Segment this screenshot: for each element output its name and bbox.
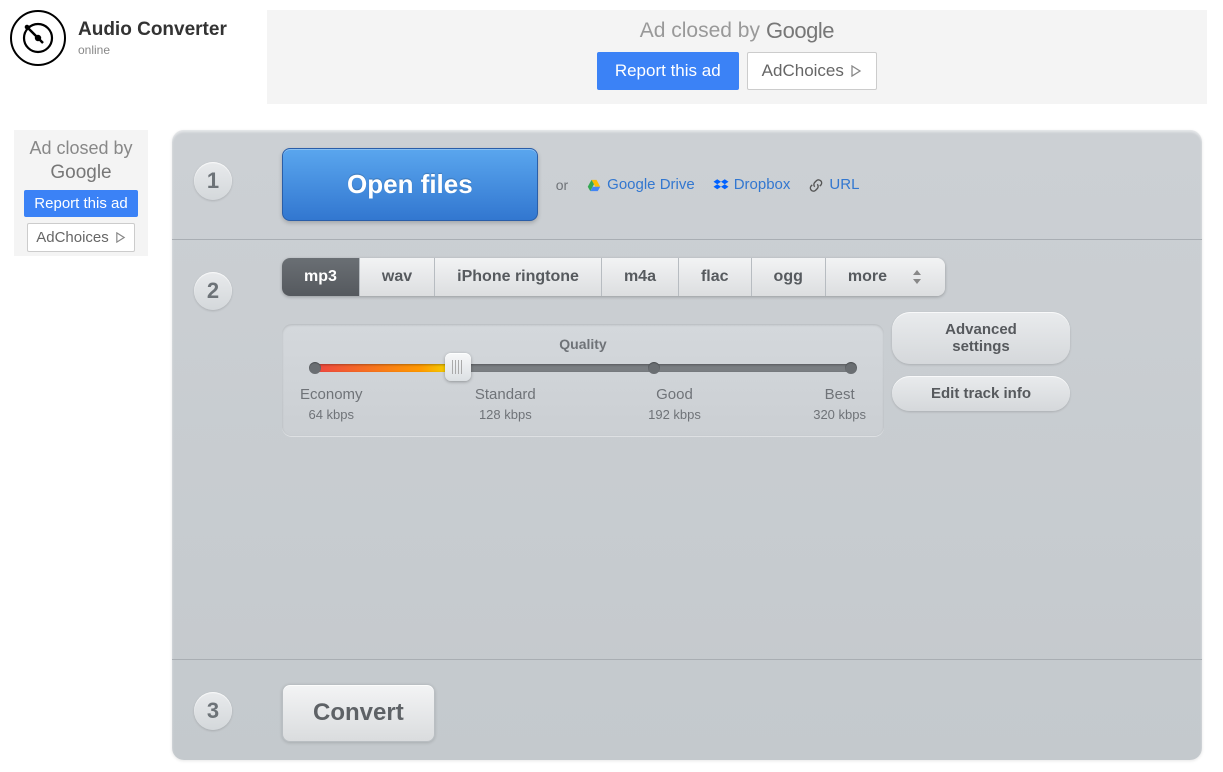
format-tab-wav[interactable]: wav (360, 258, 435, 296)
quality-title: Quality (304, 336, 862, 352)
advanced-settings-button[interactable]: Advanced settings (892, 312, 1070, 364)
google-logo-text: Google (766, 18, 834, 44)
ad-left-closed-text: Ad closed by (29, 138, 132, 160)
adchoices-button[interactable]: AdChoices (747, 52, 877, 90)
edit-track-info-button[interactable]: Edit track info (892, 376, 1070, 411)
ad-banner-left: Ad closed by Google Report this ad AdCho… (14, 130, 148, 256)
slider-stop-good (648, 362, 660, 374)
link-icon (808, 176, 824, 193)
adchoices-icon-left (115, 232, 126, 243)
quality-label: Economy (300, 386, 363, 403)
source-url[interactable]: URL (808, 176, 859, 193)
step-3: 3 Convert (172, 660, 1202, 760)
report-ad-button-left[interactable]: Report this ad (24, 190, 137, 217)
adchoices-icon (850, 65, 862, 77)
quality-rate: 128 kbps (475, 407, 536, 422)
format-tab-flac[interactable]: flac (679, 258, 752, 296)
quality-label: Good (648, 386, 701, 403)
app-subtitle: online (78, 43, 227, 57)
dropbox-label: Dropbox (734, 176, 791, 193)
url-label: URL (829, 176, 859, 193)
quality-rate: 192 kbps (648, 407, 701, 422)
adchoices-label: AdChoices (762, 61, 844, 81)
quality-rate: 64 kbps (300, 407, 363, 422)
open-files-button[interactable]: Open files (282, 148, 538, 221)
main-panel: 1 Open files or Google Drive Dropbox URL (172, 130, 1202, 760)
quality-level-standard: Standard 128 kbps (475, 386, 536, 422)
quality-rate: 320 kbps (813, 407, 866, 422)
app-logo-icon (10, 10, 66, 66)
app-title: Audio Converter (78, 19, 227, 41)
slider-thumb[interactable] (445, 353, 471, 381)
quality-slider[interactable] (312, 364, 854, 372)
slider-stop-best (845, 362, 857, 374)
slider-stop-economy (309, 362, 321, 374)
quality-level-economy: Economy 64 kbps (300, 386, 363, 422)
step-1: 1 Open files or Google Drive Dropbox URL (172, 130, 1202, 240)
step-2-number: 2 (194, 272, 232, 310)
adchoices-label-left: AdChoices (36, 229, 109, 246)
format-tab-ogg[interactable]: ogg (752, 258, 826, 296)
quality-panel: Quality Economy 64 kbps Standard (282, 324, 884, 436)
source-google-drive[interactable]: Google Drive (586, 176, 695, 193)
ad-closed-text: Ad closed by (640, 19, 760, 43)
report-ad-button[interactable]: Report this ad (597, 52, 739, 90)
quality-level-best: Best 320 kbps (813, 386, 866, 422)
format-tab-m4a[interactable]: m4a (602, 258, 679, 296)
updown-icon (911, 270, 923, 284)
app-logo-block: Audio Converter online (10, 10, 227, 66)
convert-button[interactable]: Convert (282, 684, 435, 742)
google-logo-text-left: Google (50, 162, 111, 184)
format-tab-more-label: more (848, 268, 887, 286)
quality-label: Best (813, 386, 866, 403)
google-drive-label: Google Drive (607, 176, 695, 193)
dropbox-icon (713, 176, 729, 193)
google-drive-icon (586, 176, 602, 193)
format-tabs: mp3 wav iPhone ringtone m4a flac ogg mor… (282, 258, 945, 296)
format-tab-more[interactable]: more (826, 258, 945, 296)
step-3-number: 3 (194, 692, 232, 730)
adchoices-button-left[interactable]: AdChoices (27, 223, 135, 252)
quality-label: Standard (475, 386, 536, 403)
quality-level-good: Good 192 kbps (648, 386, 701, 422)
step-2: 2 mp3 wav iPhone ringtone m4a flac ogg m… (172, 240, 1202, 660)
or-label: or (556, 177, 568, 193)
step-1-number: 1 (194, 162, 232, 200)
source-dropbox[interactable]: Dropbox (713, 176, 791, 193)
format-tab-mp3[interactable]: mp3 (282, 258, 360, 296)
format-tab-iphone-ringtone[interactable]: iPhone ringtone (435, 258, 602, 296)
ad-banner-top: Ad closed by Google Report this ad AdCho… (267, 10, 1207, 104)
